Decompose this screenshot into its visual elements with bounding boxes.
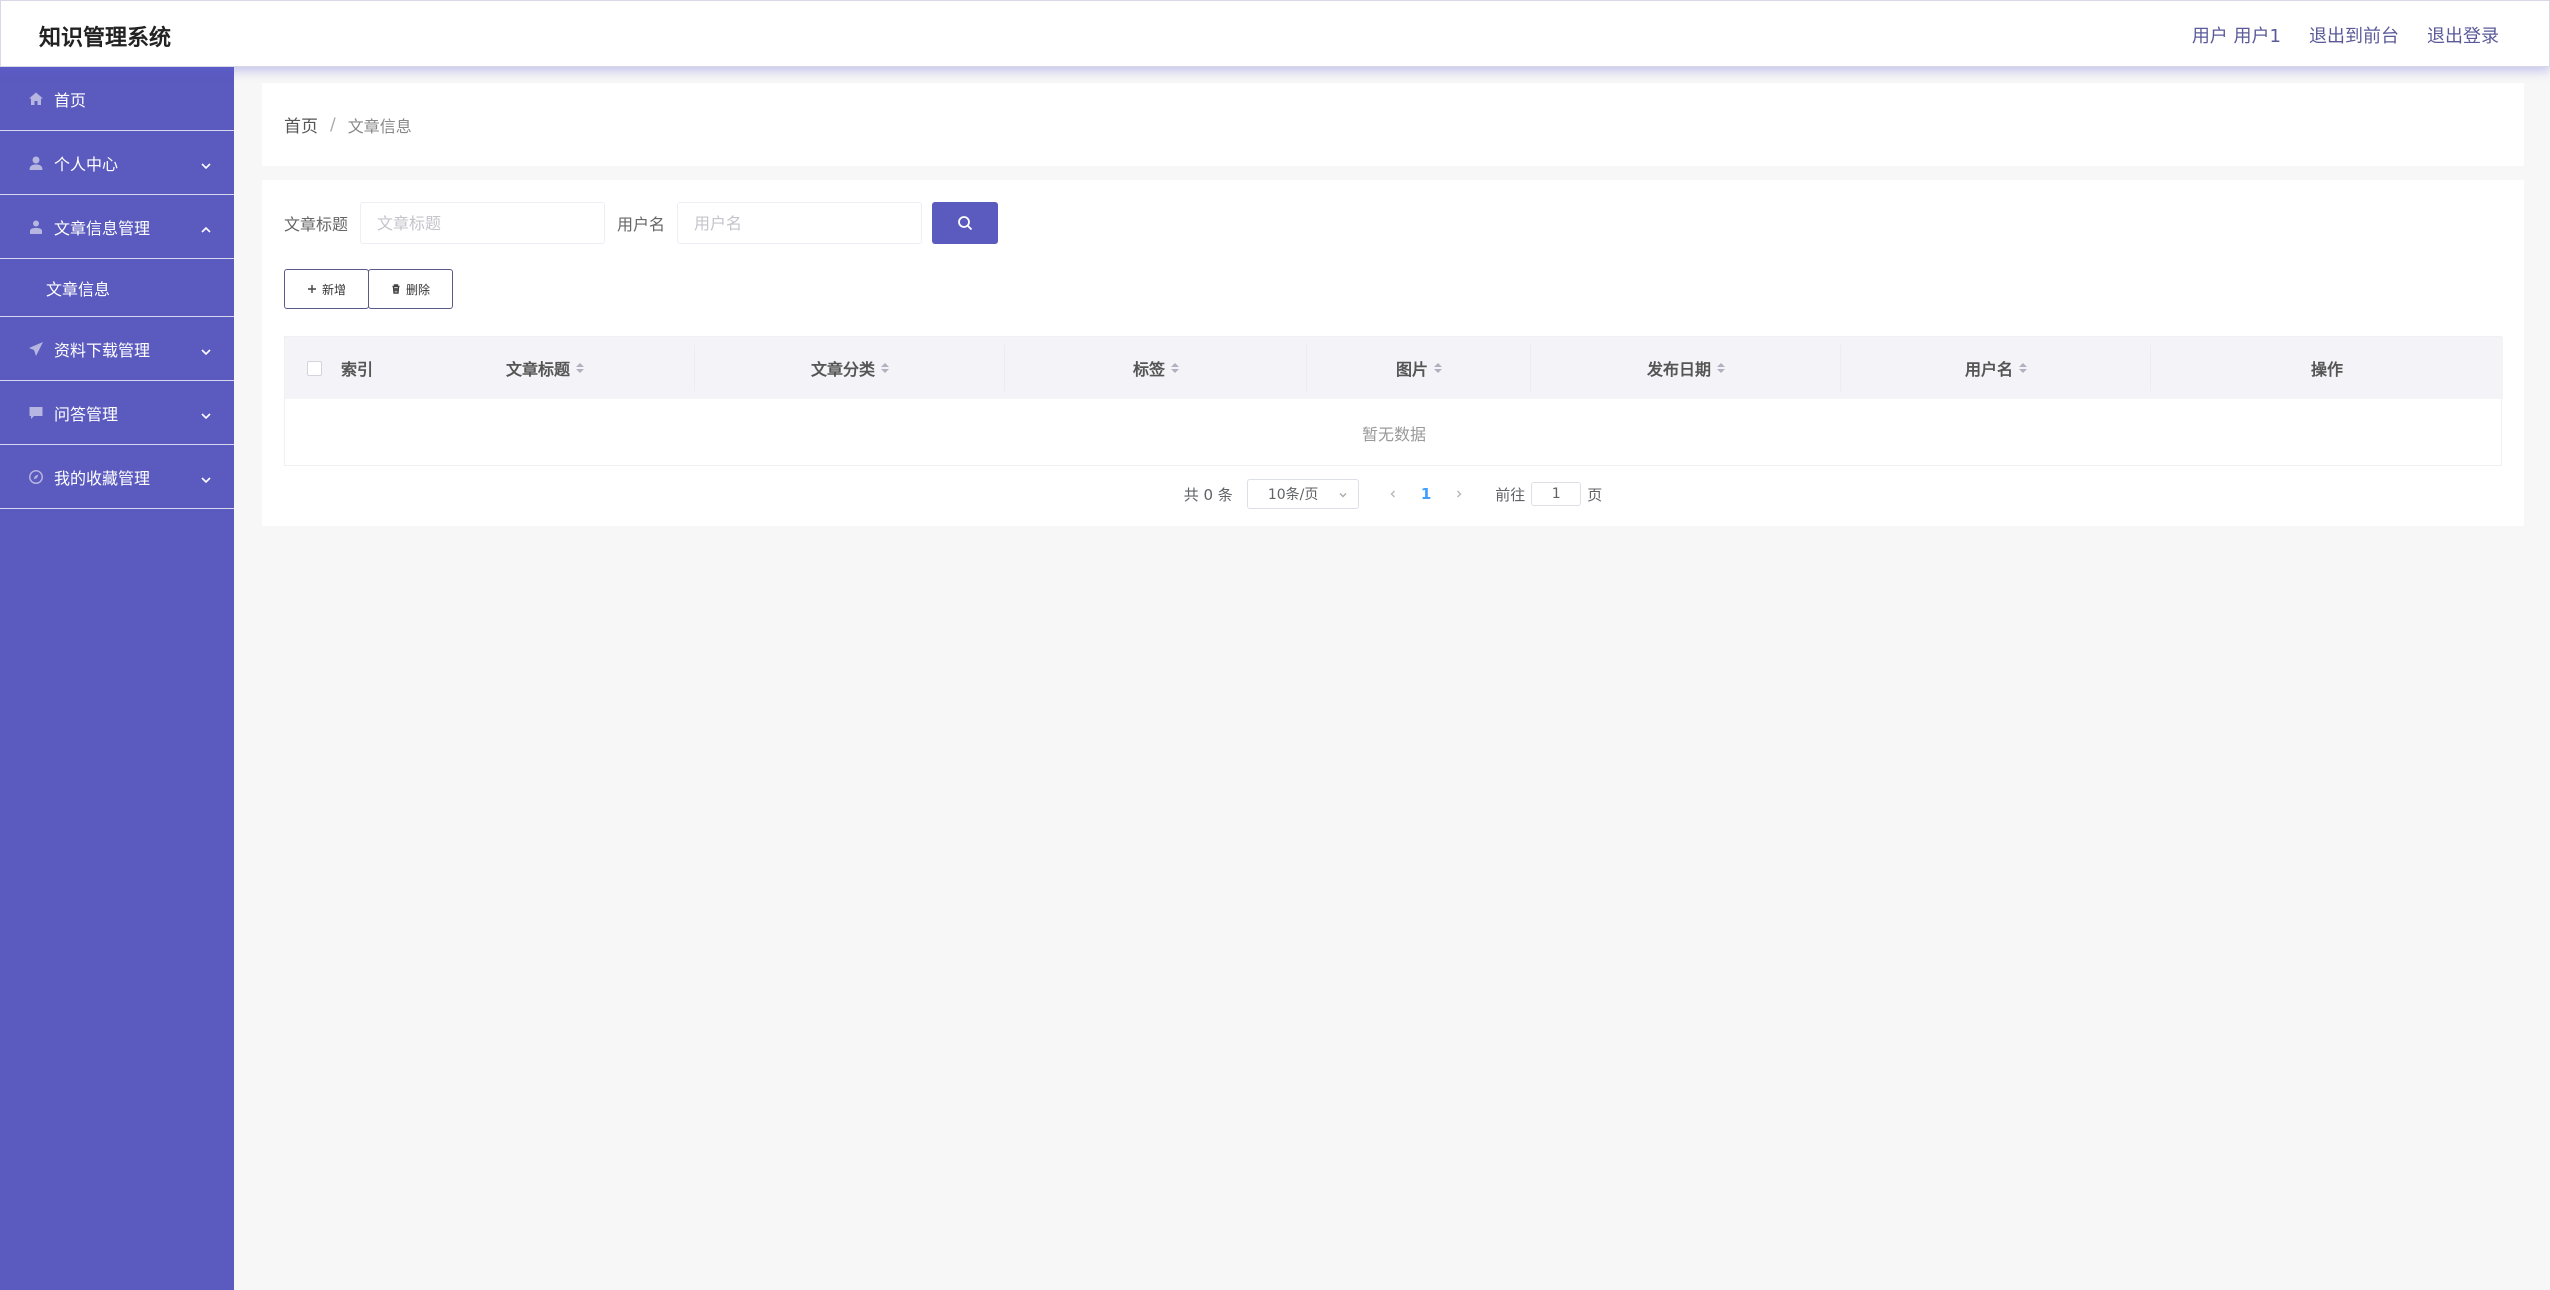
- sidebar-item-label: 资料下载管理: [54, 340, 151, 360]
- compass-icon: [28, 469, 44, 485]
- select-all-checkbox[interactable]: [306, 360, 322, 376]
- column-header-publish-date[interactable]: 发布日期: [1531, 337, 1841, 399]
- user-icon: [28, 155, 44, 171]
- column-header-label: 文章分类: [810, 360, 875, 379]
- sidebar-item-label: 我的收藏管理: [54, 468, 151, 488]
- goto-suffix: 页: [1587, 485, 1603, 504]
- prev-page-button[interactable]: [1383, 489, 1403, 499]
- page-number-current[interactable]: 1: [1421, 485, 1431, 503]
- main-panel: 文章标题 用户名 新增 删除: [262, 180, 2524, 526]
- search-icon: [957, 215, 973, 231]
- chevron-down-icon: [200, 407, 212, 419]
- sidebar-item-label: 首页: [54, 90, 87, 110]
- sidebar-item-label: 文章信息管理: [54, 218, 151, 238]
- search-button[interactable]: [932, 202, 999, 244]
- column-header-label: 操作: [2310, 360, 2343, 379]
- table-empty-text: 暂无数据: [1361, 425, 1426, 444]
- column-header-image[interactable]: 图片: [1307, 337, 1531, 399]
- sort-icon[interactable]: [881, 363, 889, 373]
- sidebar-subitem-article-info[interactable]: 文章信息: [0, 259, 234, 317]
- column-header-article-category[interactable]: 文章分类: [695, 337, 1005, 399]
- app-root: 知识管理系统 用户 用户1 退出到前台 退出登录 首页 个人中心 文章信息管理 …: [0, 0, 2550, 1290]
- logout-link[interactable]: 退出登录: [2427, 22, 2499, 48]
- column-header-label: 发布日期: [1646, 360, 1711, 379]
- table-header: 索引 文章标题 文章分类 标签 图片 发布日期 用户名 操作: [285, 337, 2503, 399]
- trash-icon: [391, 284, 401, 294]
- back-to-front-link[interactable]: 退出到前台: [2309, 22, 2399, 48]
- username-search-label: 用户名: [617, 215, 666, 234]
- breadcrumb: 首页 / 文章信息: [262, 83, 2524, 166]
- chevron-up-icon: [200, 221, 212, 233]
- chevron-left-icon: [1390, 490, 1395, 498]
- app-title: 知识管理系统: [39, 26, 172, 51]
- top-header: 知识管理系统 用户 用户1 退出到前台 退出登录: [0, 0, 2550, 67]
- page-size-select[interactable]: 10条/页: [1246, 479, 1359, 509]
- goto-page-input[interactable]: [1531, 482, 1582, 506]
- sort-icon[interactable]: [1171, 363, 1179, 373]
- column-header-label: 标签: [1132, 360, 1165, 379]
- sidebar-item-label: 问答管理: [54, 404, 119, 424]
- goto-prefix: 前往: [1495, 485, 1526, 504]
- column-header-username[interactable]: 用户名: [1841, 337, 2151, 399]
- header-links: 用户 用户1 退出到前台 退出登录: [2192, 22, 2499, 48]
- add-button-label: 新增: [322, 282, 347, 297]
- next-page-button[interactable]: [1449, 489, 1469, 499]
- home-icon: [28, 91, 44, 107]
- sidebar-item-personal-center[interactable]: 个人中心: [0, 131, 234, 195]
- column-header-label: 文章标题: [505, 360, 570, 379]
- column-header-actions: 操作: [2151, 337, 2503, 399]
- breadcrumb-current: 文章信息: [347, 116, 412, 136]
- chevron-down-icon: [200, 471, 212, 483]
- select-all-column: [285, 337, 343, 399]
- column-header-index: 索引: [341, 337, 374, 399]
- sidebar-item-qa-management[interactable]: 问答管理: [0, 381, 234, 445]
- page-size-value: 10条/页: [1267, 487, 1319, 503]
- sidebar-item-home[interactable]: 首页: [0, 67, 234, 131]
- sort-icon[interactable]: [1434, 363, 1442, 373]
- send-icon: [28, 341, 44, 357]
- title-search-label: 文章标题: [284, 215, 349, 234]
- breadcrumb-separator: /: [330, 114, 336, 135]
- add-button[interactable]: 新增: [284, 269, 370, 309]
- sort-icon[interactable]: [1717, 363, 1725, 373]
- sidebar-item-article-management[interactable]: 文章信息管理: [0, 195, 234, 259]
- delete-button[interactable]: 删除: [368, 269, 454, 309]
- pagination-total: 共 0 条: [1183, 485, 1233, 504]
- article-table: 索引 文章标题 文章分类 标签 图片 发布日期 用户名 操作 暂无数据: [284, 336, 2503, 466]
- sidebar: 首页 个人中心 文章信息管理 文章信息 资料下载管理 问答管理 我的收藏管理: [0, 67, 234, 1290]
- table-actions: 新增 删除: [284, 269, 454, 309]
- sidebar-item-favorites-management[interactable]: 我的收藏管理: [0, 445, 234, 509]
- sidebar-item-download-management[interactable]: 资料下载管理: [0, 317, 234, 381]
- sort-icon[interactable]: [2019, 363, 2027, 373]
- delete-button-label: 删除: [406, 282, 431, 297]
- column-header-label: 索引: [341, 360, 374, 379]
- pagination: 共 0 条 10条/页 1 前往 页: [262, 476, 2524, 512]
- breadcrumb-home-link[interactable]: 首页: [284, 112, 318, 137]
- column-header-article-title[interactable]: 文章标题: [395, 337, 695, 399]
- column-header-tags[interactable]: 标签: [1005, 337, 1307, 399]
- chevron-down-icon: [200, 343, 212, 355]
- sort-icon[interactable]: [576, 363, 584, 373]
- column-header-label: 图片: [1395, 360, 1428, 379]
- sidebar-item-label: 个人中心: [54, 154, 119, 174]
- chat-icon: [28, 405, 44, 421]
- title-search-input[interactable]: [360, 202, 606, 244]
- chevron-right-icon: [1457, 490, 1462, 498]
- chevron-down-icon: [200, 157, 212, 169]
- user-icon: [28, 219, 44, 235]
- username-search-input[interactable]: [677, 202, 923, 244]
- current-user-label[interactable]: 用户 用户1: [2192, 22, 2281, 48]
- column-header-label: 用户名: [1964, 360, 2013, 379]
- plus-icon: [307, 284, 317, 294]
- search-form: 文章标题 用户名: [284, 202, 999, 244]
